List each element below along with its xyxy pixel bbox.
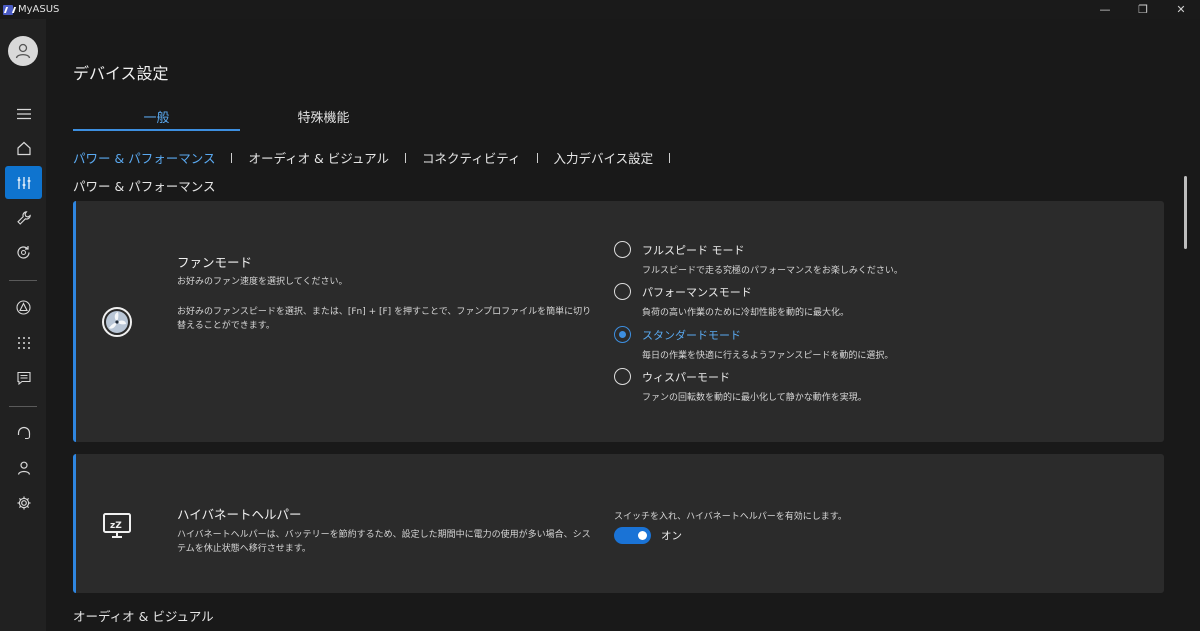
radio-button[interactable] (614, 283, 631, 300)
fan-option-desc: ファンの回転数を動的に最小化して静かな動作を実現。 (642, 393, 867, 403)
section-heading-power: パワー & パフォーマンス (73, 179, 216, 194)
window-controls: — ❐ ✕ (1086, 0, 1200, 19)
nav-device-settings[interactable] (5, 166, 42, 199)
scrollbar-thumb[interactable] (1184, 176, 1187, 249)
user-avatar-icon (15, 43, 31, 59)
main-content: デバイス設定 一般 特殊機能 パワー & パフォーマンス オーディオ & ビジュ… (46, 19, 1200, 631)
fan-option-desc: 毎日の作業を快適に行えるようファンスピードを動的に選択。 (642, 351, 894, 361)
subnav-power-performance[interactable]: パワー & パフォーマンス (73, 148, 215, 167)
nav-support[interactable] (5, 416, 42, 449)
radio-button-selected[interactable] (614, 326, 631, 343)
sub-navigation: パワー & パフォーマンス オーディオ & ビジュアル コネクティビティ 入力デ… (73, 148, 686, 167)
maximize-button[interactable]: ❐ (1124, 0, 1162, 19)
fan-mode-desc: お好みのファン速度を選択してください。 (177, 277, 348, 287)
monitor-sleep-icon: zZ (101, 509, 133, 541)
app-title: MyASUS (18, 4, 60, 15)
wrench-icon (16, 210, 31, 225)
fan-option-label: スタンダードモード (642, 329, 741, 342)
rail-divider (9, 406, 37, 407)
fan-option-label: ウィスパーモード (642, 371, 730, 384)
section-heading-audio: オーディオ & ビジュアル (73, 609, 214, 624)
fan-mode-title: ファンモード (177, 255, 253, 270)
gear-icon (17, 496, 30, 509)
page-title: デバイス設定 (73, 64, 169, 83)
subnav-input-devices[interactable]: 入力デバイス設定 (554, 148, 654, 167)
nav-apps[interactable] (5, 326, 42, 359)
nav-home[interactable] (5, 131, 42, 164)
headset-icon (17, 426, 30, 439)
hibernate-helper-desc: ハイバネートヘルパーは、バッテリーを節約するため、設定した期間中に電力の使用が多… (177, 530, 591, 554)
nav-account[interactable] (5, 451, 42, 484)
fan-mode-card: ファンモード お好みのファン速度を選択してください。 お好みのファンスピードを選… (73, 201, 1164, 442)
tab-general[interactable]: 一般 (73, 107, 240, 131)
fan-icon (101, 306, 133, 338)
triangle-link-icon (16, 300, 31, 315)
tab-bar: 一般 特殊機能 (73, 107, 407, 131)
nav-messages[interactable] (5, 361, 42, 394)
subnav-connectivity[interactable]: コネクティビティ (422, 148, 521, 167)
hamburger-menu-icon (16, 108, 31, 119)
nav-link[interactable] (5, 291, 42, 324)
nav-system-update[interactable] (5, 236, 42, 269)
message-icon (16, 371, 31, 385)
toggle-state-label: オン (661, 530, 682, 542)
radio-button[interactable] (614, 241, 631, 258)
fan-mode-hint: お好みのファンスピードを選択、または、[Fn] + [F] を押すことで、ファン… (177, 307, 592, 331)
menu-button[interactable] (5, 97, 42, 130)
radio-button[interactable] (614, 368, 631, 385)
minimize-button[interactable]: — (1086, 0, 1124, 19)
hibernate-helper-toggle[interactable] (614, 527, 651, 544)
rail-divider (9, 280, 37, 281)
subnav-divider (405, 152, 407, 163)
home-icon (16, 141, 31, 155)
subnav-divider (536, 152, 538, 163)
nav-diagnostics[interactable] (5, 201, 42, 234)
tab-special-features[interactable]: 特殊機能 (240, 107, 407, 131)
subnav-audio-visual[interactable]: オーディオ & ビジュアル (248, 148, 389, 167)
subnav-divider (231, 152, 233, 163)
user-avatar[interactable] (8, 36, 38, 66)
hibernate-helper-title: ハイバネートヘルパー (177, 507, 302, 522)
title-bar: MyASUS — ❐ ✕ (0, 0, 1200, 19)
fan-option-label: パフォーマンスモード (642, 286, 752, 299)
svg-text:zZ: zZ (110, 521, 122, 531)
fan-option-label: フルスピード モード (642, 244, 745, 257)
fan-option-desc: フルスピードで走る究極のパフォーマンスをお楽しみください。 (642, 266, 903, 276)
hibernate-helper-card: zZ ハイバネートヘルパー ハイバネートヘルパーは、バッテリーを節約するため、設… (73, 454, 1164, 593)
myasus-logo-icon (3, 4, 13, 15)
refresh-icon (17, 246, 30, 259)
nav-settings[interactable] (5, 486, 42, 519)
grid-dots-icon (17, 336, 30, 349)
fan-option-desc: 負荷の高い作業のために冷却性能を動的に最大化。 (642, 308, 850, 318)
toggle-knob (638, 531, 647, 540)
sliders-icon (17, 176, 30, 189)
subnav-divider (669, 152, 671, 163)
hibernate-switch-desc: スイッチを入れ、ハイバネートヘルパーを有効にします。 (614, 512, 847, 522)
close-button[interactable]: ✕ (1162, 0, 1200, 19)
user-icon (17, 461, 30, 475)
navigation-rail (0, 19, 46, 631)
